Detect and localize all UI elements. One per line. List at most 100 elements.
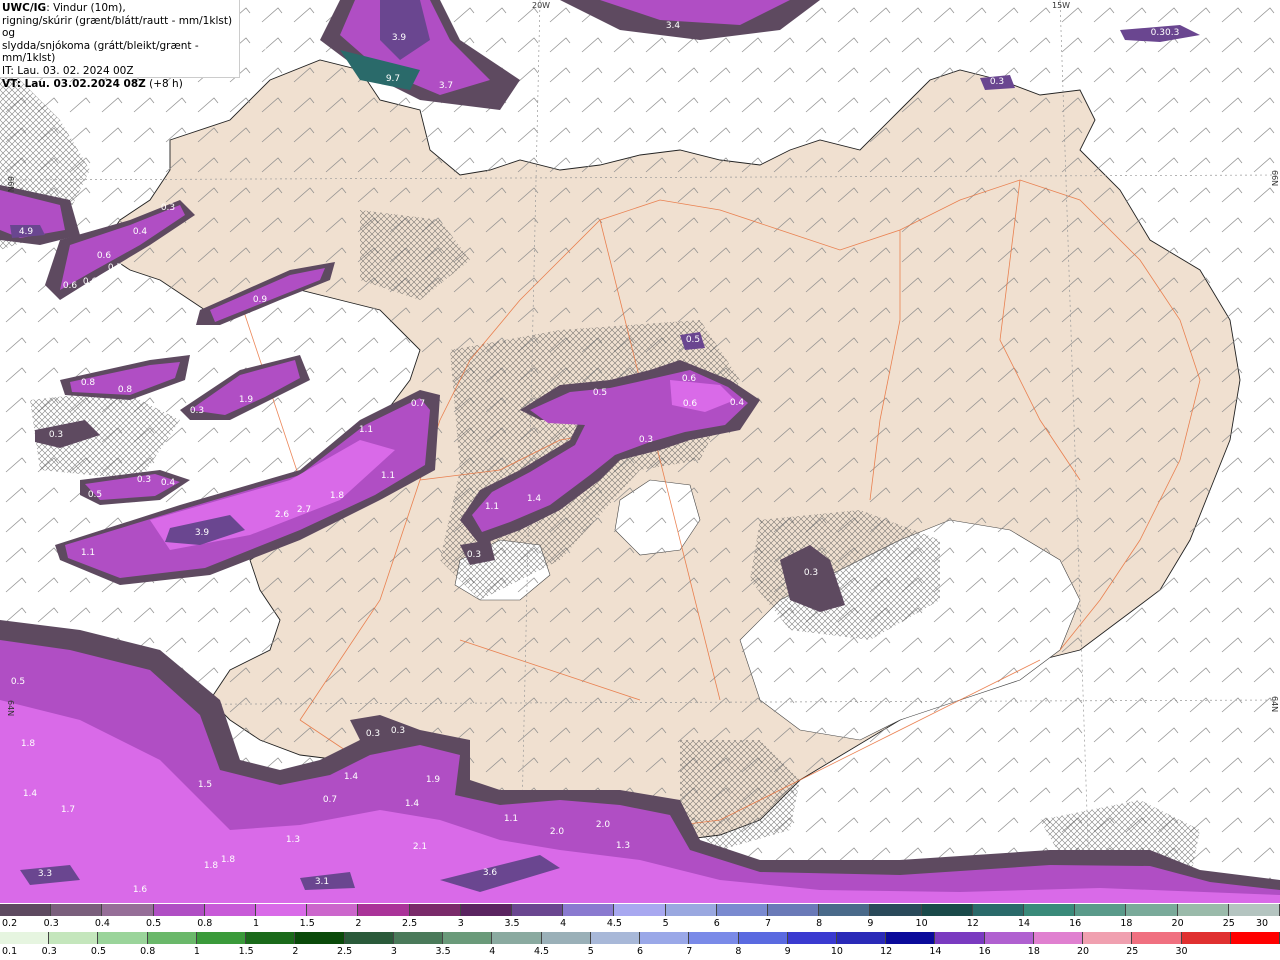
legend-color-cell (51, 904, 103, 916)
lat-label-64n-right: 64N (1270, 696, 1279, 712)
precip-value-label: 1.3 (616, 841, 630, 851)
legend-tick-label: 5 (587, 946, 594, 957)
precip-value-label: 13.4 (257, 48, 277, 58)
legend-tick-label: 2 (355, 918, 362, 929)
precip-value-label: 1.8 (204, 861, 219, 871)
precip-value-label: 3.1 (315, 877, 329, 887)
precip-value-label: 1.6 (133, 885, 148, 895)
precip-value-label: 0.8 (81, 378, 96, 388)
precip-value-label: 1.1 (485, 502, 499, 512)
precip-value-label: 1.7 (61, 805, 75, 815)
legend-tick-label: 6 (636, 946, 644, 957)
legend-tick-label: 2.5 (337, 946, 353, 957)
legend-color-cell (614, 904, 666, 916)
legend-tick-label: 14 (1017, 918, 1031, 929)
legend-color-cell (102, 904, 154, 916)
weather-map[interactable]: 3.9 13.4 25.0 9.7 3.7 3.4 0.30.3 0.3 0.3 4.9 0.4 0.… (0, 0, 1280, 903)
legend-snow-colorbar (0, 904, 1280, 916)
legend-tick-label: 30 (1255, 918, 1269, 929)
legend-color-cell (716, 904, 769, 916)
legend-tick-label: 0.8 (140, 946, 156, 957)
precip-value-label: 2.1 (413, 842, 427, 852)
legend-color-cell (738, 932, 788, 944)
legend-color-cell (819, 904, 871, 916)
precip-value-label: 0.6 (63, 281, 78, 291)
legend-color-cell (393, 932, 444, 944)
legend-color-cell (0, 904, 52, 916)
legend-color-cell (204, 904, 257, 916)
legend-tick-label: 20 (1171, 918, 1184, 929)
valid-prefix: VT (2, 77, 17, 90)
legend-color-cell (541, 932, 591, 944)
precip-value-label: 1.4 (23, 789, 38, 799)
legend-color-cell (307, 904, 359, 916)
legend-tick-label: 4.5 (606, 918, 622, 929)
precip-value-label: 2.0 (596, 820, 611, 830)
precip-value-label: 3.3 (38, 869, 52, 879)
precip-value-label: 0.5 (11, 677, 25, 687)
legend-color-cell (460, 904, 513, 916)
precip-value-label: 1.9 (426, 775, 441, 785)
legend-tick-label: 4 (489, 946, 496, 957)
legend-tick-label: 1 (252, 918, 260, 929)
legend-tick-label: 18 (1027, 946, 1040, 957)
legend-tick-label: 8 (816, 918, 823, 929)
legend-rain-labels: 0.1 0.3 0.5 0.8 1 1.5 2 2.5 3 3.5 4 4.5 5 6 7 8 9 10 12 14 1… (0, 946, 1280, 957)
legend-tick-label: 12 (966, 918, 979, 929)
precip-value-label: 0.4 (161, 478, 176, 488)
precip-value-label: 0.3 (639, 435, 653, 445)
lat-label-66n-left: 66N (6, 176, 15, 192)
precip-value-label: 0.3 (804, 568, 818, 578)
legend-color-cell (443, 932, 493, 944)
legend-color-cell (1132, 932, 1182, 944)
legend-tick-label: 9 (867, 918, 874, 929)
precip-value-label: 1.8 (21, 739, 36, 749)
legend-tick-label: 0.5 (90, 946, 107, 957)
legend-tick-label: 14 (929, 946, 942, 957)
precip-value-label: 1.8 (330, 491, 345, 501)
legend-snow-labels: 0.2 0.3 0.4 0.5 0.8 1 1.5 2 2.5 3 3.5 4 4.5 5 6 7 8 9 10 12… (0, 918, 1280, 929)
precip-value-label: 0.3 (137, 475, 151, 485)
precip-value-label: 1.8 (221, 855, 236, 865)
legend-color-cell (512, 904, 564, 916)
precip-value-label: 1.1 (504, 814, 518, 824)
precip-value-label: 25.0 (315, 50, 335, 60)
precip-value-label: 1.1 (359, 425, 373, 435)
title-line-2: rigning/skúrir (grænt/blátt/rautt - mm/1… (2, 14, 233, 40)
legend-color-cell (1075, 904, 1127, 916)
precip-value-label: 0.8 (118, 385, 133, 395)
precip-value-label: 3.7 (439, 81, 453, 91)
precip-value-label: 0.3 (467, 550, 481, 560)
legend-color-cell (196, 932, 247, 944)
legend-tick-label: 7 (764, 918, 772, 929)
legend-tick-label: 4.5 (533, 946, 550, 957)
precip-value-label: 2.6 (275, 510, 290, 520)
legend-tick-label: 3 (390, 946, 397, 957)
precip-value-label: 0.3 (49, 430, 63, 440)
legend-tick-label: 0.4 (94, 918, 110, 929)
precip-value-label: 3.6 (483, 868, 498, 878)
legend-color-cell (870, 904, 922, 916)
legend-tick-label: 2.5 (402, 918, 418, 929)
legend-color-cell (295, 932, 345, 944)
legend-color-cell (972, 904, 1025, 916)
legend-color-cell (409, 904, 461, 916)
precip-value-label: 1.4 (344, 772, 359, 782)
legend-color-cell (768, 904, 820, 916)
legend-color-cell (256, 904, 308, 916)
model-prefix: UWC/IG (2, 2, 47, 14)
precip-value-label: 0.6 (83, 277, 98, 287)
legend-color-cell (921, 904, 973, 916)
legend-color-cell (1230, 932, 1280, 944)
legend-tick-label: 2 (292, 946, 299, 957)
lat-label-66n-right: 66N (1270, 170, 1279, 186)
precip-value-label: 0.30.3 (1151, 28, 1180, 38)
legend-tick-label: 3 (457, 918, 464, 929)
legend-tick-label: 4 (560, 918, 567, 929)
legend-color-cell (147, 932, 197, 944)
precip-value-label: 1.3 (286, 835, 300, 845)
precip-value-label: 1.4 (527, 494, 542, 504)
legend-color-cell (590, 932, 641, 944)
legend-color-cell (935, 932, 985, 944)
legend-tick-label: 20 (1077, 946, 1090, 957)
